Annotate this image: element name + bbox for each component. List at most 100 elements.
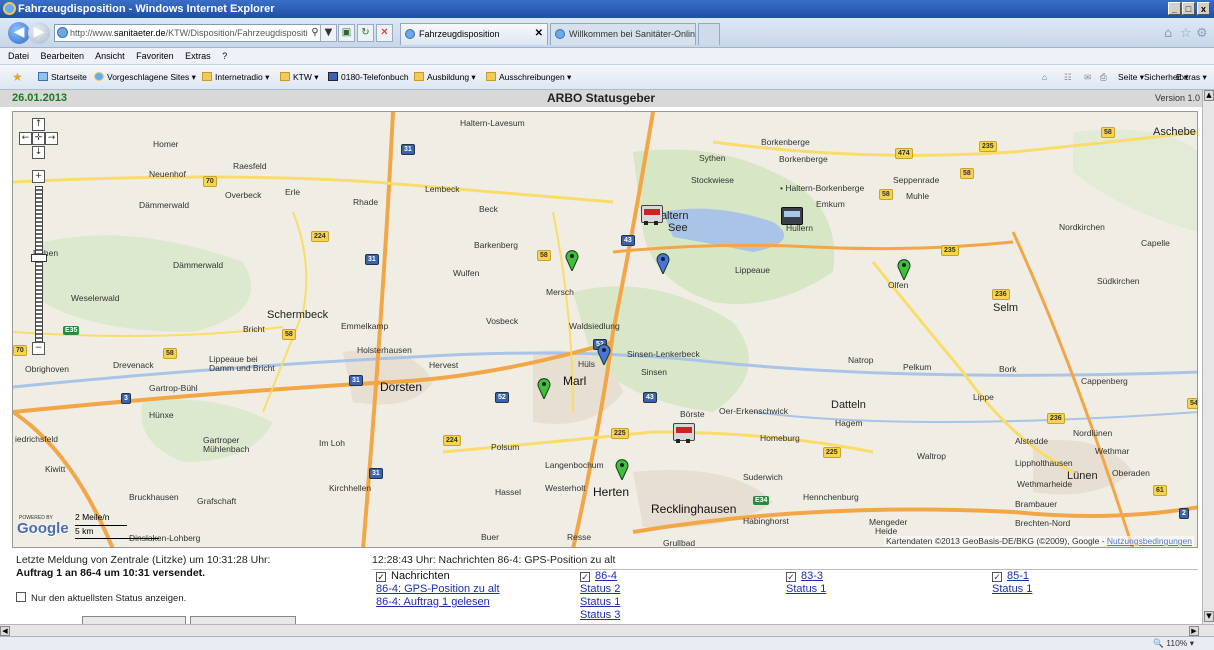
extras-menu[interactable]: Extras ▾ <box>1176 65 1207 90</box>
page-menu[interactable]: Seite ▾ <box>1118 65 1144 90</box>
pan-center-icon[interactable]: ✛ <box>32 132 45 145</box>
ambulance-vehicle-icon[interactable] <box>781 207 803 225</box>
zoom-slider-track[interactable] <box>35 186 43 346</box>
map-place-label: Borkenberge <box>761 137 810 147</box>
new-tab-button[interactable] <box>698 23 720 45</box>
favorites-star-icon[interactable]: ★ <box>12 65 23 90</box>
status-entry-link[interactable]: Status 1 <box>580 596 620 609</box>
favorite-ktw[interactable]: KTW ▾ <box>280 65 319 90</box>
status-column-header[interactable]: ✓ 86-4 <box>580 570 620 583</box>
favorites-star-icon[interactable]: ☆ <box>1180 26 1192 41</box>
status-entry-link[interactable]: 86-4: GPS-Position zu alt <box>376 583 500 596</box>
compatibility-view-icon[interactable]: ▣ <box>338 24 355 42</box>
scroll-down-icon[interactable]: ▼ <box>1204 611 1214 622</box>
close-tab-icon[interactable]: ✕ <box>535 24 543 44</box>
menu-ansicht[interactable]: Ansicht <box>95 51 125 61</box>
favorite-internetradio[interactable]: Internetradio ▾ <box>202 65 269 90</box>
action-button-2[interactable] <box>190 616 296 624</box>
print-icon[interactable]: ⎙ <box>1100 65 1107 90</box>
scroll-left-icon[interactable]: ◀ <box>0 626 10 636</box>
status-entry-link[interactable]: Status 1 <box>786 583 826 596</box>
refresh-icon[interactable]: ↻ <box>357 24 374 42</box>
horizontal-scrollbar[interactable]: ◀ ▶ <box>0 624 1214 636</box>
checkbox-unchecked[interactable] <box>16 592 26 602</box>
search-icon[interactable]: ⚲ <box>310 25 320 39</box>
menu-bearbeiten[interactable]: Bearbeiten <box>41 51 85 61</box>
zoom-level[interactable]: 🔍 110% ▾ <box>1153 638 1194 649</box>
green-vehicle-pin-icon[interactable] <box>537 377 551 399</box>
status-entry-link[interactable]: 86-4: Auftrag 1 gelesen <box>376 596 500 609</box>
minimize-button[interactable]: _ <box>1168 2 1181 15</box>
map-place-label: Olfen <box>888 280 909 290</box>
favorite-ausbildung[interactable]: Ausbildung ▾ <box>414 65 476 90</box>
page-content: 26.01.2013 ARBO Statusgeber Version 1.0 <box>0 90 1202 624</box>
pan-left-icon[interactable]: ← <box>19 132 32 145</box>
mail-icon[interactable]: ✉ <box>1084 65 1091 90</box>
favorite-ausschreibungen[interactable]: Ausschreibungen ▾ <box>486 65 571 90</box>
status-column-header[interactable]: ✓ Nachrichten <box>376 570 500 583</box>
map-place-label: Rhade <box>353 197 379 207</box>
maximize-button[interactable]: □ <box>1182 2 1195 15</box>
menu-datei[interactable]: Datei <box>8 51 29 61</box>
status-column-header[interactable]: ✓ 85-1 <box>992 570 1032 583</box>
zoom-slider-handle[interactable] <box>31 254 47 262</box>
checkbox-checked[interactable]: ✓ <box>992 572 1002 582</box>
checkbox-checked[interactable]: ✓ <box>376 572 386 582</box>
checkbox-checked[interactable]: ✓ <box>786 572 796 582</box>
menu-help[interactable]: ? <box>222 51 227 61</box>
checkbox-checked[interactable]: ✓ <box>580 572 590 582</box>
map-view[interactable]: Haltern-Lavesum Homer Borkenberge Aschebe Ra… <box>12 111 1198 548</box>
tab-fahrzeugdisposition[interactable]: Fahrzeugdisposition ✕ <box>400 23 548 45</box>
back-button[interactable]: ◀ <box>8 22 30 44</box>
close-window-button[interactable]: x <box>1197 2 1210 15</box>
scroll-right-icon[interactable]: ▶ <box>1189 626 1199 636</box>
favorite-startseite[interactable]: Startseite <box>38 65 87 90</box>
blue-vehicle-pin-icon[interactable] <box>656 252 670 274</box>
stop-icon[interactable]: ✕ <box>376 24 393 42</box>
menu-favoriten[interactable]: Favoriten <box>136 51 174 61</box>
green-vehicle-pin-icon[interactable] <box>565 249 579 271</box>
status-column-header[interactable]: ✓ 83-3 <box>786 570 826 583</box>
favorite-vorgeschlagene-sites[interactable]: Vorgeschlagene Sites ▾ <box>94 65 196 90</box>
address-bar[interactable]: http://www.sanitaeter.de/KTW/Disposition… <box>54 24 332 42</box>
map-place-label: Habinghorst <box>743 516 789 526</box>
only-latest-checkbox[interactable]: Nur den aktuellsten Status anzeigen. <box>16 592 186 604</box>
zoom-in-icon[interactable]: + <box>32 170 45 183</box>
green-vehicle-pin-icon[interactable] <box>615 458 629 480</box>
pan-right-icon[interactable]: → <box>45 132 58 145</box>
pan-up-icon[interactable]: ↑ <box>32 118 45 131</box>
favorite-label: Internetradio ▾ <box>215 72 270 82</box>
favorite-telefonbuch[interactable]: 0180-Telefonbuch <box>328 65 409 90</box>
map-place-label: Marl <box>563 374 587 388</box>
menu-extras[interactable]: Extras <box>185 51 211 61</box>
page-title: ARBO Statusgeber <box>546 91 656 105</box>
status-entry-link[interactable]: Status 1 <box>992 583 1032 596</box>
zoom-out-icon[interactable]: − <box>32 342 45 355</box>
road-number-shield: 31 <box>349 375 363 386</box>
action-button-1[interactable] <box>82 616 186 624</box>
forward-button[interactable]: ▶ <box>28 22 50 44</box>
google-logo[interactable]: Google <box>17 520 69 537</box>
url-host: sanitaeter.de <box>114 28 166 38</box>
status-entry-link[interactable]: Status 2 <box>580 583 620 596</box>
pan-down-icon[interactable]: ↓ <box>32 146 45 159</box>
home-icon[interactable]: ⌂ <box>1164 26 1172 41</box>
ambulance-vehicle-icon[interactable] <box>673 423 695 443</box>
map-place-label: Mersch <box>546 287 574 297</box>
scroll-up-icon[interactable]: ▲ <box>1204 90 1214 101</box>
home-icon[interactable]: ⌂ <box>1042 65 1047 90</box>
status-entry-link[interactable]: Status 3 <box>580 609 620 622</box>
gear-icon[interactable]: ⚙ <box>1196 26 1208 41</box>
ambulance-vehicle-icon[interactable] <box>641 205 663 225</box>
road-number-shield: 235 <box>979 141 997 152</box>
status-column: ✓ 85-1 Status 1 <box>992 570 1032 596</box>
blue-vehicle-pin-icon[interactable] <box>597 343 611 365</box>
dropdown-icon[interactable]: ▼ <box>320 24 337 42</box>
vertical-scrollbar[interactable]: ▲ ▼ <box>1202 90 1214 624</box>
green-vehicle-pin-icon[interactable] <box>897 258 911 280</box>
feeds-icon[interactable]: ☷ <box>1064 65 1072 90</box>
tab-sanitaeter-online[interactable]: Willkommen bei Sanitäter-Online... <box>550 23 696 45</box>
map-place-label: Holsterhausen <box>357 345 412 355</box>
road-number-shield: 225 <box>823 447 841 458</box>
terms-link[interactable]: Nutzungsbedingungen <box>1107 536 1192 546</box>
